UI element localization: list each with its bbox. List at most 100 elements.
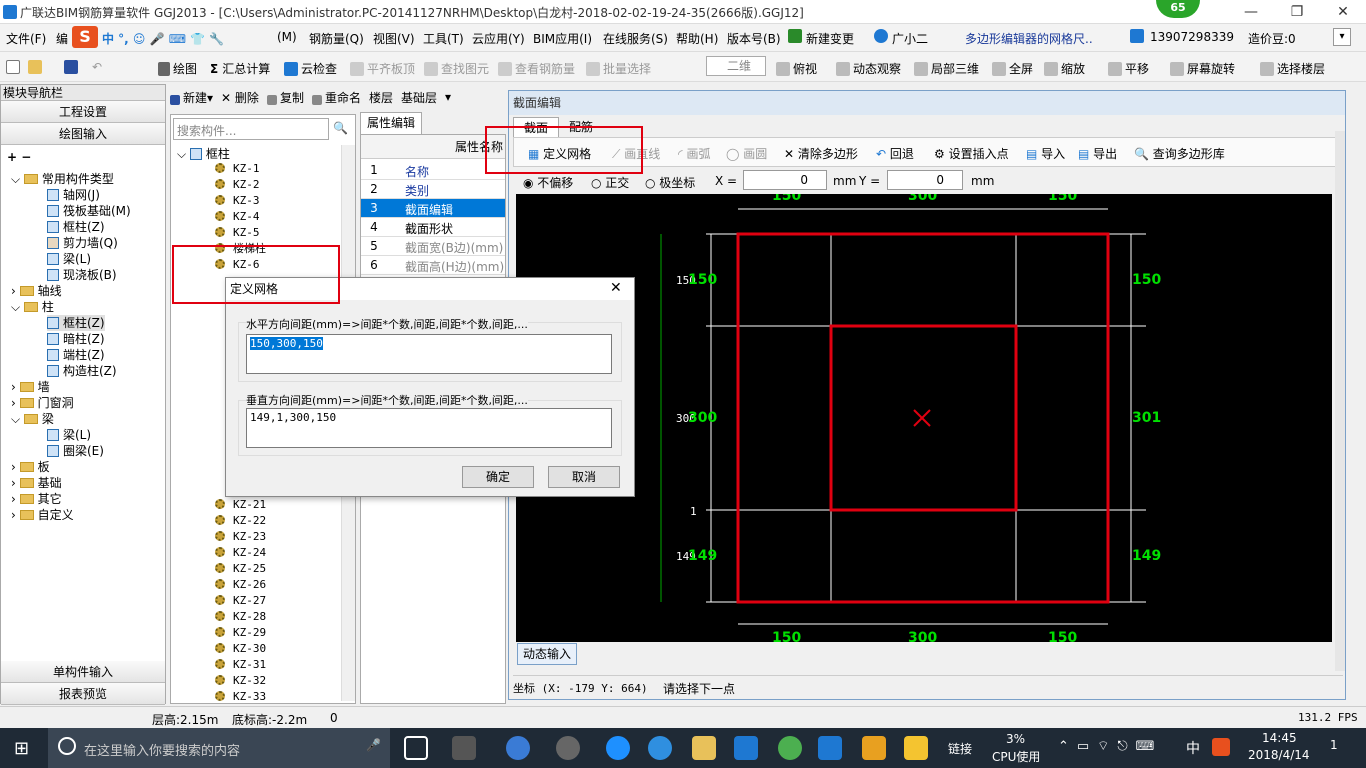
fullscreen-button[interactable]: 全屏 bbox=[992, 60, 1033, 77]
menu-online[interactable]: 在线服务(S) bbox=[603, 30, 668, 47]
floor-dropdown-icon[interactable]: ▾ bbox=[445, 90, 451, 104]
tree-tool-icons[interactable]: + − bbox=[7, 149, 31, 165]
news-ticker[interactable]: 多边形编辑器的网格尺.. bbox=[965, 30, 1093, 47]
tree-col-end[interactable]: 端柱(Z) bbox=[47, 347, 105, 363]
menu-cloud[interactable]: 云应用(Y) bbox=[472, 30, 525, 47]
list-item[interactable]: KZ-26 bbox=[215, 577, 266, 593]
ortho-radio[interactable]: ○ 正交 bbox=[591, 174, 629, 191]
tree-wall[interactable]: › 墙 bbox=[11, 379, 50, 395]
list-item[interactable]: KZ-29 bbox=[215, 625, 266, 641]
tree-shear-wall[interactable]: 剪力墙(Q) bbox=[47, 235, 118, 251]
delete-button[interactable]: ✕ 删除 bbox=[221, 89, 259, 106]
tree-beam-l[interactable]: 梁(L) bbox=[47, 427, 91, 443]
cloud-check-button[interactable]: 云检查 bbox=[284, 60, 337, 77]
sogou-ime-icon[interactable]: S bbox=[72, 26, 98, 48]
g-app-icon[interactable] bbox=[734, 736, 758, 760]
sogou-tray-icon[interactable] bbox=[1212, 738, 1230, 756]
property-row[interactable]: 6 截面高(H边)(mm) bbox=[361, 256, 505, 275]
clear-polygon-button[interactable]: ✕ 清除多边形 bbox=[784, 145, 858, 162]
ie-icon[interactable] bbox=[506, 736, 530, 760]
tree-beam[interactable]: 梁(L) bbox=[47, 251, 91, 267]
taskbar-link[interactable]: 链接 bbox=[948, 740, 972, 757]
minimize-button[interactable]: — bbox=[1228, 0, 1274, 24]
project-settings-button[interactable]: 工程设置 bbox=[1, 101, 165, 123]
rotate-screen-button[interactable]: 屏幕旋转 bbox=[1170, 60, 1235, 77]
restore-button[interactable]: ❐ bbox=[1274, 0, 1320, 24]
list-item[interactable]: KZ-1 bbox=[215, 161, 260, 177]
menu-edit[interactable]: 编 bbox=[56, 30, 68, 47]
tab-property-edit[interactable]: 属性编辑 bbox=[360, 112, 422, 134]
list-root-frame-col[interactable]: ⌵ 框柱 bbox=[177, 145, 230, 162]
save-icon[interactable] bbox=[64, 60, 81, 74]
property-row[interactable]: 4 截面形状 bbox=[361, 218, 505, 237]
menu-assistant[interactable]: 广小二 bbox=[892, 30, 928, 47]
menu-version[interactable]: 版本号(B) bbox=[727, 30, 781, 47]
h-spacing-input[interactable]: 150,300,150 bbox=[246, 334, 612, 374]
list-item[interactable]: KZ-24 bbox=[215, 545, 266, 561]
clock-time[interactable]: 14:45 bbox=[1262, 731, 1297, 745]
notification-center[interactable]: 1 bbox=[1330, 738, 1338, 752]
query-polygon-lib-button[interactable]: 🔍 查询多边形库 bbox=[1134, 145, 1225, 162]
clock-date[interactable]: 2018/4/14 bbox=[1248, 748, 1310, 762]
top-view-button[interactable]: 俯视 bbox=[776, 60, 817, 77]
list-item[interactable]: KZ-27 bbox=[215, 593, 266, 609]
tree-col-frame[interactable]: 框柱(Z) bbox=[47, 315, 105, 331]
zoom-button[interactable]: 缩放 bbox=[1044, 60, 1085, 77]
floor-select[interactable]: 基础层 bbox=[401, 89, 437, 106]
list-item[interactable]: KZ-28 bbox=[215, 609, 266, 625]
glodon-app-icon[interactable] bbox=[818, 736, 842, 760]
draw-arc-button[interactable]: ◜ 画弧 bbox=[678, 145, 710, 162]
flush-slab-button[interactable]: 平齐板顶 bbox=[350, 60, 415, 77]
property-row[interactable]: 1 名称 bbox=[361, 161, 505, 180]
menu-file[interactable]: 文件(F) bbox=[6, 30, 46, 47]
green-app-icon[interactable] bbox=[778, 736, 802, 760]
set-insert-point-button[interactable]: ⚙ 设置插入点 bbox=[934, 145, 1009, 162]
edge-icon[interactable] bbox=[606, 736, 630, 760]
file-explorer-icon[interactable] bbox=[692, 736, 716, 760]
tree-custom[interactable]: › 自定义 bbox=[11, 507, 74, 523]
task-view-icon[interactable] bbox=[404, 736, 428, 760]
v-spacing-input[interactable]: 149,1,300,150 bbox=[246, 408, 612, 448]
copy-button[interactable]: 复制 bbox=[266, 89, 304, 106]
ok-button[interactable]: 确定 bbox=[462, 466, 534, 488]
tree-raft[interactable]: 筏板基础(M) bbox=[47, 203, 131, 219]
dynamic-input-button[interactable]: 动态输入 bbox=[517, 643, 577, 665]
list-item[interactable]: KZ-2 bbox=[215, 177, 260, 193]
list-item[interactable]: KZ-23 bbox=[215, 529, 266, 545]
ime-toolbar[interactable]: 中 °, ☺ 🎤 ⌨ 👕 🔧 bbox=[102, 30, 224, 47]
select-floor-button[interactable]: 选择楼层 bbox=[1260, 60, 1325, 77]
pan-button[interactable]: 平移 bbox=[1108, 60, 1149, 77]
local-3d-button[interactable]: 局部三维 bbox=[914, 60, 979, 77]
tree-foundation[interactable]: › 基础 bbox=[11, 475, 62, 491]
component-search-input[interactable]: 搜索构件... bbox=[173, 118, 329, 140]
undo-icon[interactable]: ↶ bbox=[92, 60, 102, 74]
no-offset-radio[interactable]: ◉ 不偏移 bbox=[523, 174, 573, 191]
ie-alt-icon[interactable] bbox=[648, 736, 672, 760]
list-item[interactable]: KZ-33 bbox=[215, 689, 266, 705]
undo-button[interactable]: ↶ 回退 bbox=[876, 145, 914, 162]
single-input-button[interactable]: 单构件输入 bbox=[1, 661, 165, 683]
list-item[interactable]: KZ-22 bbox=[215, 513, 266, 529]
notification-badge[interactable]: 65 bbox=[1156, 0, 1200, 18]
property-row[interactable]: 2 类别 bbox=[361, 180, 505, 199]
menu-help[interactable]: 帮助(H) bbox=[676, 30, 718, 47]
draw-button[interactable]: 绘图 bbox=[158, 60, 197, 77]
close-button[interactable]: ✕ bbox=[1320, 0, 1366, 24]
help-app-icon[interactable] bbox=[904, 736, 928, 760]
tree-frame-col[interactable]: 框柱(Z) bbox=[47, 219, 105, 235]
tree-other[interactable]: › 其它 bbox=[11, 491, 62, 507]
property-row[interactable]: 5 截面宽(B边)(mm) bbox=[361, 237, 505, 256]
search-icon[interactable]: 🔍 bbox=[333, 121, 348, 135]
sum-calc-button[interactable]: Σ 汇总计算 bbox=[210, 60, 270, 77]
property-row[interactable]: 3 截面编辑 bbox=[361, 199, 505, 218]
new-button[interactable]: 新建▾ bbox=[170, 89, 213, 106]
tree-common[interactable]: ⌵ 常用构件类型 bbox=[11, 171, 114, 187]
view-mode-select[interactable]: 二维 bbox=[706, 56, 766, 76]
menu-bim[interactable]: BIM应用(I) bbox=[533, 30, 592, 47]
draw-circle-button[interactable]: ◯ 画圆 bbox=[726, 145, 767, 162]
list-item[interactable]: KZ-5 bbox=[215, 225, 260, 241]
menu-view[interactable]: 视图(V) bbox=[373, 30, 415, 47]
notes-app-icon[interactable] bbox=[862, 736, 886, 760]
open-file-icon[interactable] bbox=[28, 60, 45, 74]
tree-column[interactable]: ⌵ 柱 bbox=[11, 299, 54, 315]
